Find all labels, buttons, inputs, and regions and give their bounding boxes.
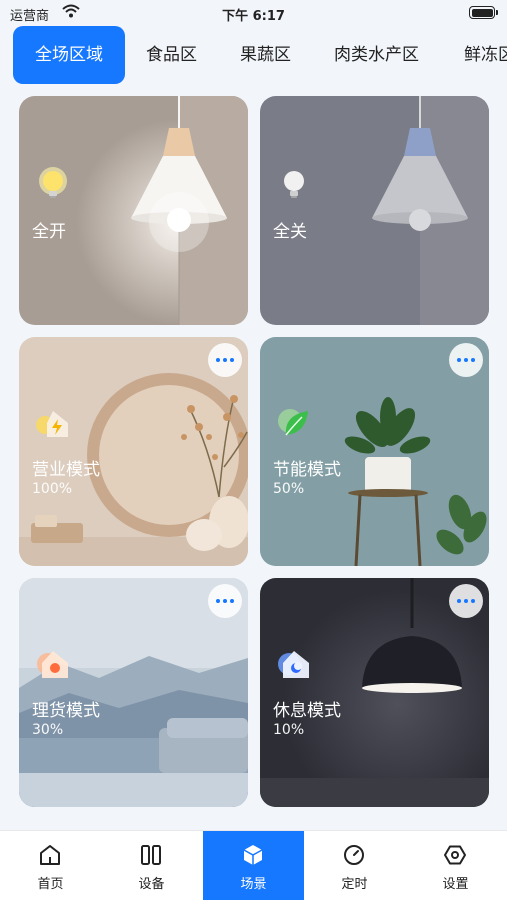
tab-food-zone[interactable]: 食品区 [146,26,197,84]
brightness-percent: 30% [32,722,64,738]
nav-label: 设备 [138,877,165,892]
tab-all-zones[interactable]: 全场区域 [13,26,125,84]
tab-produce-zone[interactable]: 果蔬区 [240,26,291,84]
nav-settings[interactable]: 设置 [405,831,506,900]
shop-lightning-icon [36,411,68,437]
nav-label: 定时 [341,877,368,892]
nav-devices[interactable]: 设备 [101,831,202,900]
tab-meat-seafood-zone[interactable]: 肉类水产区 [334,26,419,84]
bulb-on-icon [39,167,67,198]
scene-card-all-on[interactable]: 全开 [19,96,248,325]
scene-card-energy-saving-mode[interactable]: 节能模式 50% [260,337,489,566]
scene-card-business-mode[interactable]: 营业模式 100% [19,337,248,566]
nav-home[interactable]: 首页 [0,831,101,900]
status-bar: 运营商 下午 6:17 [0,0,507,26]
zone-tabs: 全场区域 食品区 果蔬区 肉类水产区 鲜冻区 [0,26,507,84]
pendant-lamp-off-image [260,96,489,325]
bottom-nav: 首页 设备 场景 定时 设置 [0,830,507,900]
scene-label: 节能模式 [273,460,341,480]
nav-label: 首页 [37,877,64,892]
scene-label: 理货模式 [32,701,100,721]
brightness-percent: 50% [273,481,305,497]
tab-frozen-zone[interactable]: 鲜冻区 [464,26,507,84]
scene-card-all-off[interactable]: 全关 [260,96,489,325]
more-options-button[interactable] [449,584,483,618]
scene-label: 全关 [273,222,307,242]
more-options-button[interactable] [208,584,242,618]
house-moon-icon [278,651,309,678]
home-icon [40,845,60,865]
house-orange-icon [37,651,68,678]
leaf-icon [278,409,308,436]
scene-cube-icon [243,845,263,865]
scene-label: 营业模式 [32,460,100,480]
nav-label: 设置 [442,877,469,892]
nav-label: 场景 [240,877,267,892]
settings-icon [444,845,466,865]
scene-card-rest-mode[interactable]: 休息模式 10% [260,578,489,807]
device-icon [141,845,161,865]
brightness-percent: 100% [32,481,73,497]
nav-scenes[interactable]: 场景 [203,831,304,900]
brightness-percent: 10% [273,722,305,738]
status-time: 下午 6:17 [222,9,285,24]
more-options-button[interactable] [208,343,242,377]
pendant-lamp-on-image [19,96,248,325]
battery-icon [469,6,498,19]
scene-card-stocking-mode[interactable]: 理货模式 30% [19,578,248,807]
scene-label: 全开 [32,222,66,242]
timer-icon [344,845,364,865]
bulb-off-icon [284,171,304,198]
more-options-button[interactable] [449,343,483,377]
scene-label: 休息模式 [273,701,341,721]
nav-timer[interactable]: 定时 [304,831,405,900]
